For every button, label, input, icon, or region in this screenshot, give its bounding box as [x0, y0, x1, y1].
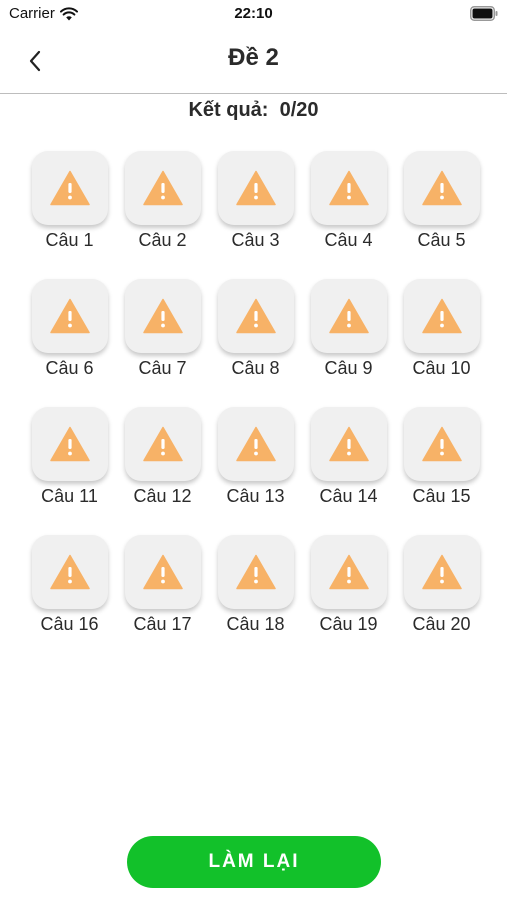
- battery-icon: [470, 6, 498, 21]
- question-tile[interactable]: [310, 279, 387, 353]
- question-label: Câu 4: [324, 230, 373, 250]
- status-bar: Carrier 22:10: [0, 0, 507, 30]
- question-item[interactable]: Câu 5: [395, 151, 488, 279]
- status-time: 22:10: [234, 5, 273, 22]
- warning-icon: [328, 554, 369, 590]
- warning-icon: [142, 426, 183, 462]
- warning-icon: [49, 298, 90, 334]
- warning-icon: [421, 554, 462, 590]
- warning-icon: [235, 554, 276, 590]
- question-item[interactable]: Câu 20: [395, 535, 488, 663]
- question-tile[interactable]: [310, 535, 387, 609]
- question-item[interactable]: Câu 9: [302, 279, 395, 407]
- warning-icon: [421, 170, 462, 206]
- question-tile[interactable]: [217, 279, 294, 353]
- warning-icon: [328, 298, 369, 334]
- question-item[interactable]: Câu 10: [395, 279, 488, 407]
- question-tile[interactable]: [310, 151, 387, 225]
- warning-icon: [142, 170, 183, 206]
- question-label: Câu 6: [45, 358, 94, 378]
- question-tile[interactable]: [217, 407, 294, 481]
- question-tile[interactable]: [124, 535, 201, 609]
- question-tile[interactable]: [217, 151, 294, 225]
- question-tile[interactable]: [403, 279, 480, 353]
- question-tile[interactable]: [124, 407, 201, 481]
- question-item[interactable]: Câu 19: [302, 535, 395, 663]
- question-item[interactable]: Câu 7: [116, 279, 209, 407]
- question-label: Câu 20: [412, 614, 471, 634]
- question-tile[interactable]: [124, 279, 201, 353]
- question-item[interactable]: Câu 16: [23, 535, 116, 663]
- warning-icon: [235, 170, 276, 206]
- warning-icon: [49, 554, 90, 590]
- question-tile[interactable]: [217, 535, 294, 609]
- warning-icon: [235, 426, 276, 462]
- question-label: Câu 18: [226, 614, 285, 634]
- warning-icon: [328, 170, 369, 206]
- question-label: Câu 10: [412, 358, 471, 378]
- question-item[interactable]: Câu 2: [116, 151, 209, 279]
- warning-icon: [49, 426, 90, 462]
- warning-icon: [421, 426, 462, 462]
- question-label: Câu 15: [412, 486, 471, 506]
- question-item[interactable]: Câu 6: [23, 279, 116, 407]
- question-item[interactable]: Câu 17: [116, 535, 209, 663]
- question-item[interactable]: Câu 1: [23, 151, 116, 279]
- question-label: Câu 17: [133, 614, 192, 634]
- question-tile[interactable]: [31, 279, 108, 353]
- question-label: Câu 5: [417, 230, 466, 250]
- question-label: Câu 7: [138, 358, 187, 378]
- question-item[interactable]: Câu 14: [302, 407, 395, 535]
- question-label: Câu 2: [138, 230, 187, 250]
- question-tile[interactable]: [403, 151, 480, 225]
- question-item[interactable]: Câu 11: [23, 407, 116, 535]
- question-label: Câu 19: [319, 614, 378, 634]
- question-item[interactable]: Câu 8: [209, 279, 302, 407]
- warning-icon: [142, 554, 183, 590]
- question-tile[interactable]: [31, 535, 108, 609]
- question-label: Câu 14: [319, 486, 378, 506]
- warning-icon: [49, 170, 90, 206]
- question-item[interactable]: Câu 12: [116, 407, 209, 535]
- question-tile[interactable]: [31, 407, 108, 481]
- question-item[interactable]: Câu 18: [209, 535, 302, 663]
- question-tile[interactable]: [403, 535, 480, 609]
- warning-icon: [421, 298, 462, 334]
- question-label: Câu 9: [324, 358, 373, 378]
- question-label: Câu 12: [133, 486, 192, 506]
- warning-icon: [328, 426, 369, 462]
- question-label: Câu 16: [40, 614, 99, 634]
- nav-bar: Đề 2: [0, 30, 507, 94]
- question-label: Câu 11: [41, 486, 98, 506]
- question-tile[interactable]: [124, 151, 201, 225]
- question-tile[interactable]: [403, 407, 480, 481]
- question-item[interactable]: Câu 13: [209, 407, 302, 535]
- result-score: Kết quả: 0/20: [188, 99, 319, 121]
- question-item[interactable]: Câu 15: [395, 407, 488, 535]
- question-tile[interactable]: [31, 151, 108, 225]
- question-label: Câu 1: [45, 230, 94, 250]
- page-title: Đề 2: [228, 44, 279, 71]
- warning-icon: [142, 298, 183, 334]
- question-tile[interactable]: [310, 407, 387, 481]
- question-label: Câu 3: [231, 230, 280, 250]
- question-item[interactable]: Câu 4: [302, 151, 395, 279]
- question-label: Câu 13: [226, 486, 285, 506]
- question-label: Câu 8: [231, 358, 280, 378]
- question-grid: Câu 1 Câu 2 Câu 3 Câu 4 Câu 5 Câu 6 Câu 7 Câu 8…: [23, 151, 490, 663]
- redo-button[interactable]: LÀM LẠI: [127, 836, 381, 888]
- question-item[interactable]: Câu 3: [209, 151, 302, 279]
- warning-icon: [235, 298, 276, 334]
